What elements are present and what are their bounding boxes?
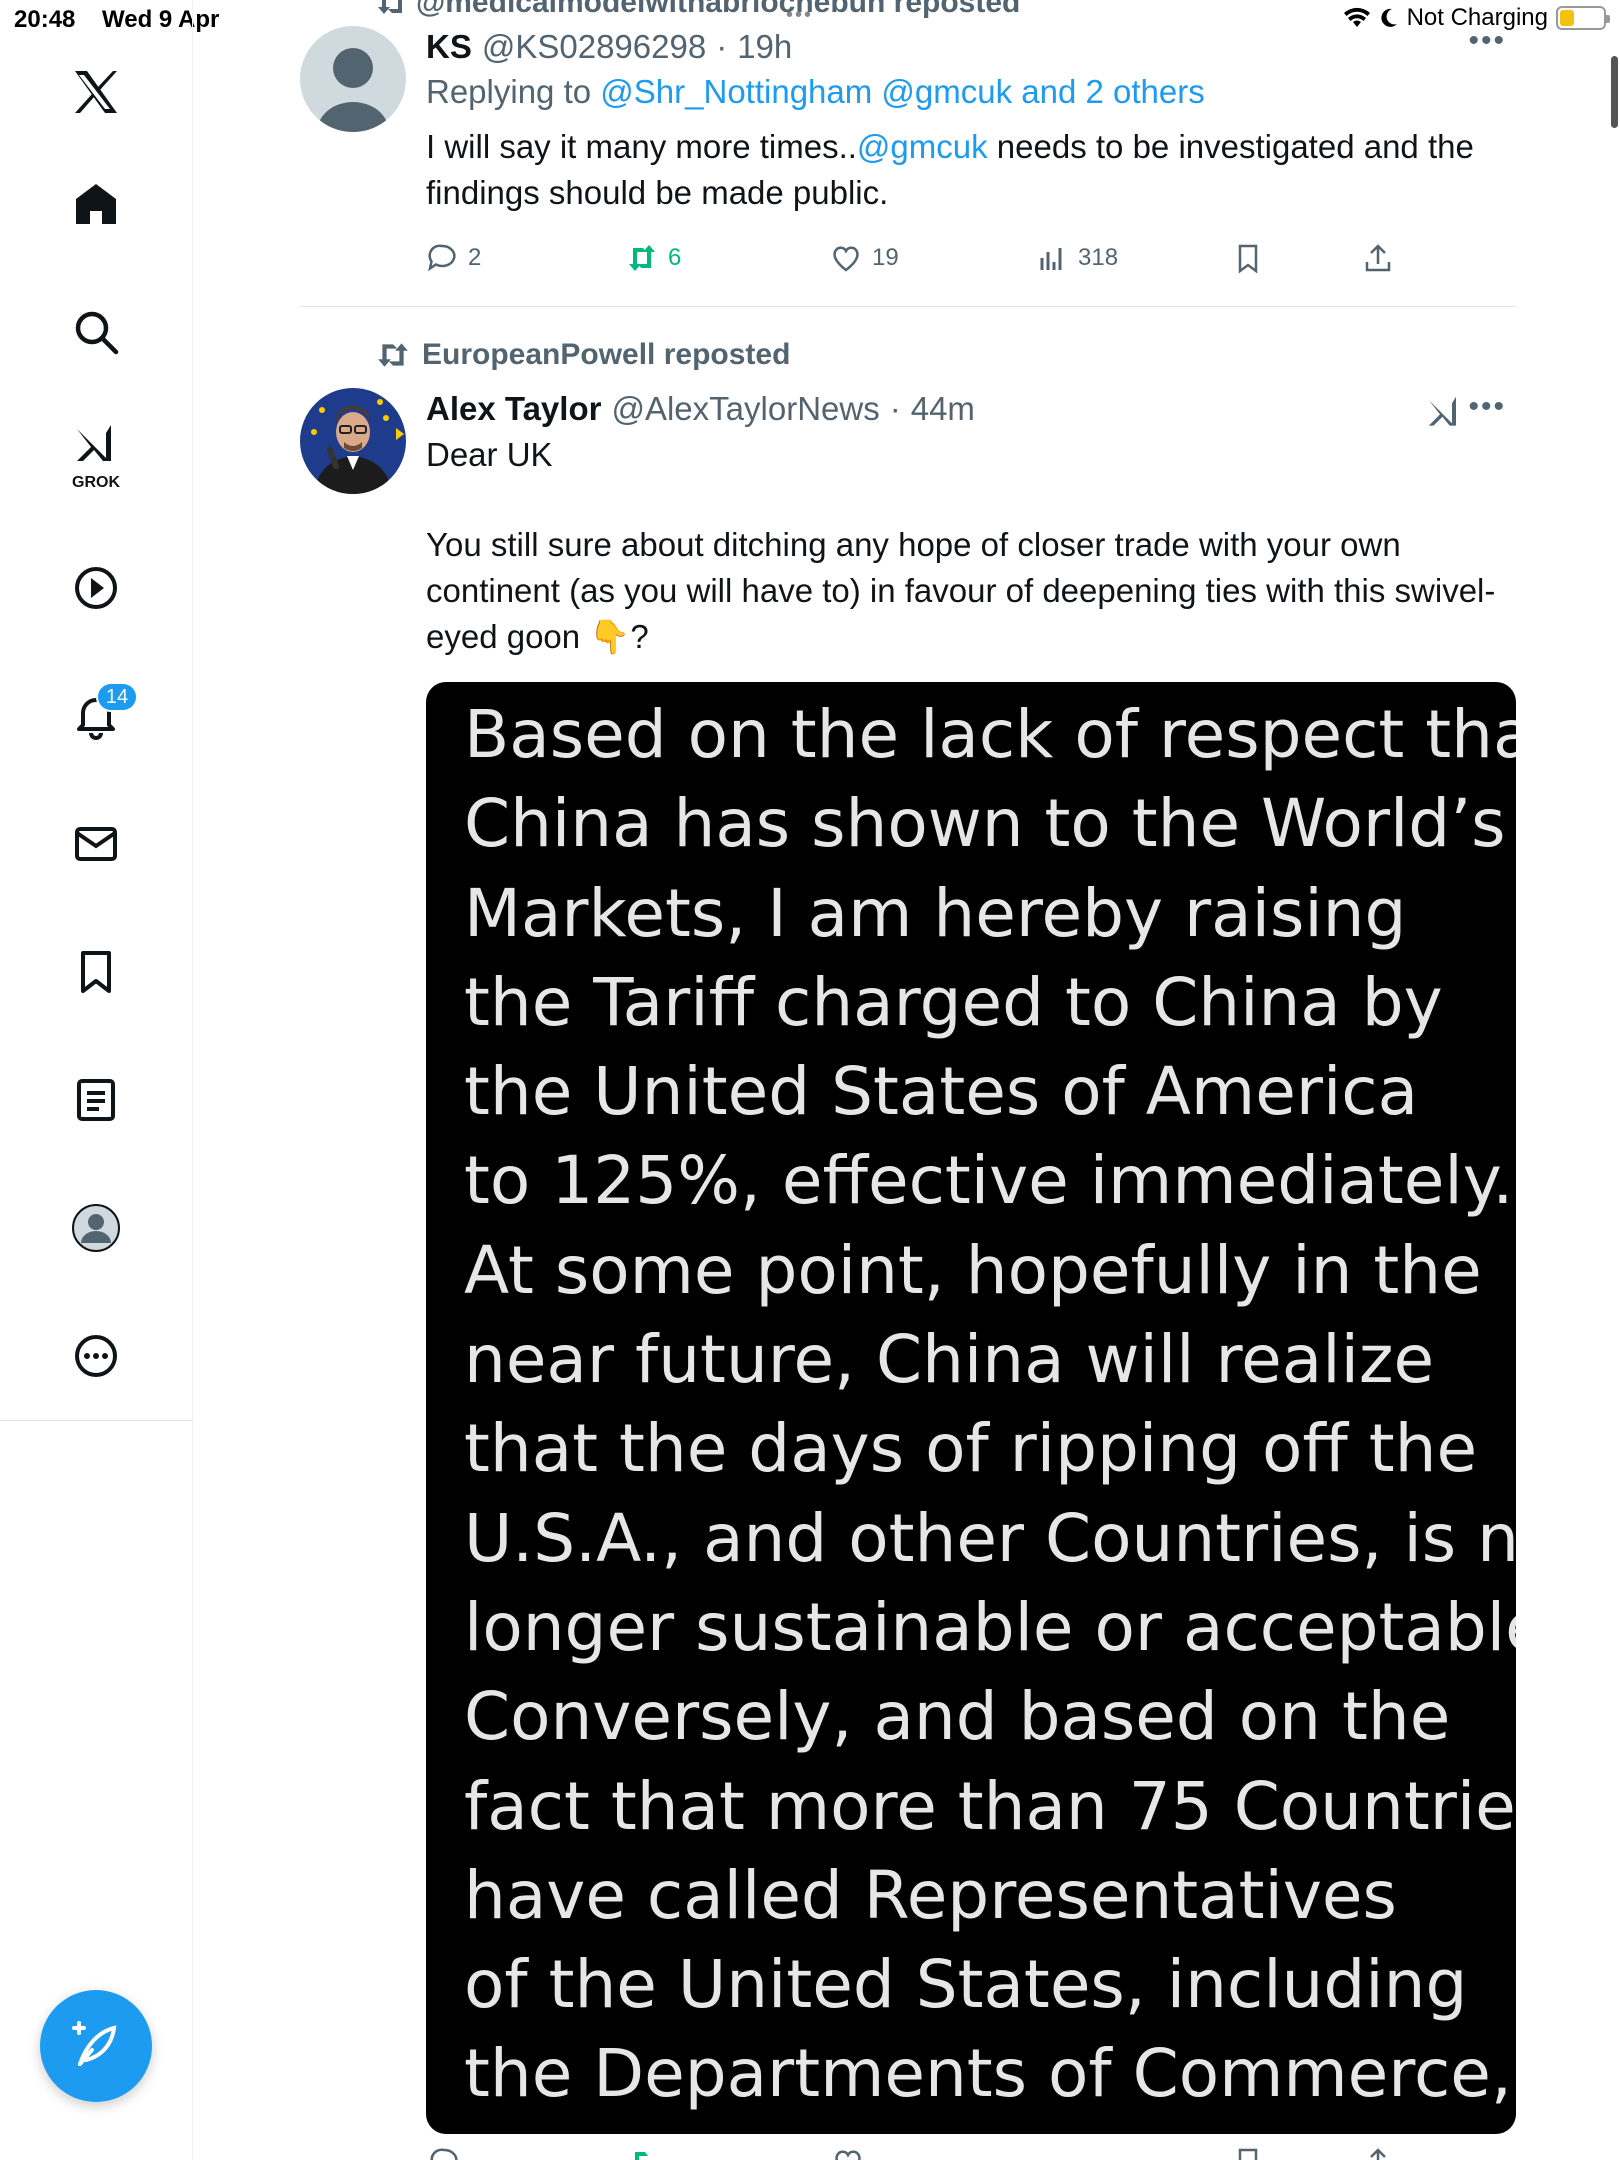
compose-feather-icon xyxy=(72,2021,117,2066)
tweet-divider xyxy=(300,306,1516,307)
tweet-actions: 2 6 19 318 xyxy=(426,228,1516,288)
sidebar-divider xyxy=(0,1420,193,1421)
top-repost-header: @medicalmodelwithabriochebun reposted xyxy=(376,0,1020,20)
tweet-text-line-1: Dear UK xyxy=(426,436,553,473)
separator-dot: · xyxy=(889,390,901,427)
views-icon xyxy=(1040,248,1062,270)
reply-to-link[interactable]: @Shr_Nottingham @gmcuk and 2 others xyxy=(600,73,1204,110)
author-handle[interactable]: @KS02896298 xyxy=(482,26,706,68)
tweet-time[interactable]: 44m xyxy=(911,388,975,430)
notification-badge: 14 xyxy=(96,682,138,712)
retweet-button[interactable]: 6 xyxy=(626,228,681,288)
grok-label: GROK xyxy=(72,474,120,491)
repost-icon xyxy=(378,343,408,367)
reposted-by[interactable]: EuropeanPowell reposted xyxy=(422,338,790,372)
author-name[interactable]: KS xyxy=(426,26,472,68)
heart-icon xyxy=(833,246,859,272)
sidebar: GROK 14 xyxy=(0,0,193,2160)
home-icon[interactable] xyxy=(56,164,136,244)
tweet-alex-taylor[interactable]: Alex Taylor @AlexTaylorNews · 44m ••• De… xyxy=(300,388,1516,688)
tweet-media-image[interactable]: Based on the lack of respect that China … xyxy=(426,682,1516,2134)
tweet-text: I will say it many more times..@gmcuk ne… xyxy=(426,124,1516,216)
more-circle-icon[interactable] xyxy=(56,1316,136,1396)
play-icon[interactable] xyxy=(56,548,136,628)
grok-icon[interactable]: GROK xyxy=(56,414,136,494)
more-options-icon[interactable]: ••• xyxy=(1468,24,1506,58)
tweet-header: Alex Taylor @AlexTaylorNews · 44m xyxy=(426,388,1516,430)
tweet-time[interactable]: 19h xyxy=(737,26,792,68)
separator-dot: · xyxy=(716,28,728,65)
grok-tweet-icon[interactable] xyxy=(1424,392,1464,432)
like-count: 19 xyxy=(872,244,899,271)
retweet-count: 6 xyxy=(668,244,682,271)
author-handle[interactable]: @AlexTaylorNews xyxy=(611,388,879,430)
share-icon xyxy=(1365,244,1391,272)
tweet-actions-partial xyxy=(426,2140,1516,2160)
search-icon[interactable] xyxy=(56,292,136,372)
retweet-icon xyxy=(629,245,655,271)
bell-icon[interactable]: 14 xyxy=(56,676,138,756)
heart-icon[interactable] xyxy=(832,2146,864,2160)
mention-link[interactable]: @gmcuk xyxy=(857,128,988,165)
avatar[interactable] xyxy=(300,388,406,494)
bookmark-icon[interactable] xyxy=(56,932,136,1012)
tweet-body: KS @KS02896298 · 19h ••• Replying to @Sh… xyxy=(426,24,1516,288)
avatar[interactable] xyxy=(300,26,406,132)
reply-button[interactable]: 2 xyxy=(426,228,481,288)
share-button[interactable] xyxy=(1362,228,1394,288)
list-icon[interactable] xyxy=(56,1060,136,1140)
views-count: 318 xyxy=(1078,244,1119,271)
reply-icon xyxy=(428,244,456,272)
top-repost-label[interactable]: @medicalmodelwithabriochebun reposted xyxy=(416,0,1020,20)
tweet-text-start: I will say it many more times.. xyxy=(426,128,857,165)
like-button[interactable]: 19 xyxy=(830,228,899,288)
tweet-ks[interactable]: KS @KS02896298 · 19h ••• Replying to @Sh… xyxy=(300,24,1516,296)
compose-button[interactable] xyxy=(40,1990,152,2102)
scrollbar-thumb[interactable] xyxy=(1611,56,1618,128)
reply-context: Replying to @Shr_Nottingham @gmcuk and 2… xyxy=(426,68,1516,116)
profile-icon[interactable] xyxy=(56,1188,136,1268)
views-button[interactable]: 318 xyxy=(1036,228,1118,288)
bookmark-icon[interactable] xyxy=(1232,2146,1264,2160)
tweet-header: KS @KS02896298 · 19h xyxy=(426,26,1516,68)
bookmark-icon xyxy=(1238,244,1258,274)
retweet-icon[interactable] xyxy=(628,2146,660,2160)
x-logo-icon[interactable] xyxy=(56,52,136,132)
reply-prefix: Replying to xyxy=(426,73,592,110)
author-name[interactable]: Alex Taylor xyxy=(426,388,601,430)
mail-icon[interactable] xyxy=(56,804,136,884)
bookmark-button[interactable] xyxy=(1232,228,1264,288)
tweet-text-line-2: You still sure about ditching any hope o… xyxy=(426,526,1496,655)
more-options-icon[interactable]: ••• xyxy=(1468,390,1506,424)
battery-icon xyxy=(1556,6,1610,30)
repost-icon xyxy=(378,0,402,14)
repost-header: EuropeanPowell reposted xyxy=(376,338,790,372)
media-image-text: Based on the lack of respect that China … xyxy=(464,696,1516,2134)
share-icon[interactable] xyxy=(1362,2146,1394,2160)
tweet-body: Alex Taylor @AlexTaylorNews · 44m ••• De… xyxy=(426,388,1516,660)
reply-icon[interactable] xyxy=(428,2146,460,2160)
reply-count: 2 xyxy=(468,244,482,271)
